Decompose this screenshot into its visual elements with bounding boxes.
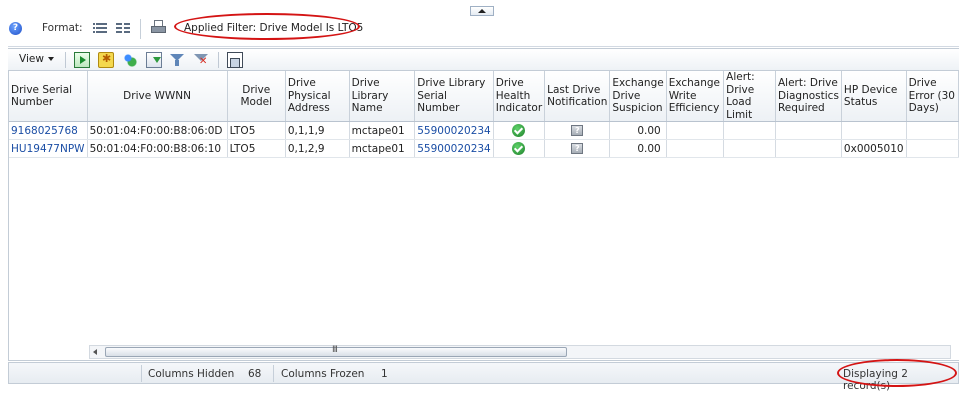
- cell-serial[interactable]: HU19477NPW: [9, 139, 88, 158]
- library-serial-link[interactable]: 55900020234: [417, 125, 491, 137]
- column-header[interactable]: HP Device Status: [841, 71, 907, 122]
- separator: [65, 52, 66, 68]
- ok-check-icon: [512, 142, 526, 155]
- chevron-down-icon: [47, 57, 54, 61]
- cell-model: LTO5: [227, 139, 286, 158]
- cell-library-serial[interactable]: 55900020234: [414, 121, 494, 140]
- format-label: Format:: [42, 22, 83, 34]
- column-header[interactable]: Drive Physical Address: [285, 71, 350, 122]
- manage-icon[interactable]: [122, 52, 138, 68]
- status-bar: Columns Hidden 68 Columns Frozen 1 Displ…: [8, 359, 959, 392]
- cell-wwnn: 50:01:04:F0:00:B8:06:10: [87, 139, 228, 158]
- cell-notification: ?: [544, 121, 611, 140]
- ok-check-icon: [512, 124, 526, 137]
- view-menu-label: View: [19, 53, 44, 65]
- unknown-status-icon: ?: [571, 125, 584, 136]
- columns-hidden-value: 68: [248, 368, 262, 380]
- cell-suspicion: 0.00: [609, 121, 667, 140]
- cell-error-30: [906, 121, 959, 140]
- column-header[interactable]: Drive Library Serial Number: [414, 71, 494, 122]
- scrollbar-thumb[interactable]: III: [105, 345, 567, 357]
- cell-serial[interactable]: 9168025768: [9, 121, 88, 140]
- column-header[interactable]: Exchange Write Efficiency: [666, 71, 725, 122]
- columns-frozen-value: 1: [381, 368, 388, 380]
- new-report-icon[interactable]: [98, 52, 114, 68]
- separator: [140, 19, 141, 39]
- cell-model: LTO5: [227, 121, 286, 140]
- annotation-circle: [837, 359, 957, 387]
- cell-write-efficiency: [666, 121, 725, 140]
- cell-write-efficiency: [666, 139, 725, 158]
- column-header[interactable]: Drive Health Indicator: [493, 71, 546, 122]
- divider: [8, 46, 959, 47]
- horizontal-scrollbar[interactable]: III: [89, 345, 951, 359]
- cell-suspicion: 0.00: [609, 139, 667, 158]
- column-header[interactable]: Drive Serial Number: [9, 71, 88, 122]
- list-view-icon[interactable]: [93, 21, 107, 34]
- detach-icon[interactable]: [227, 52, 243, 68]
- annotation-circle: [174, 13, 360, 40]
- column-header[interactable]: Drive Library Name: [349, 71, 416, 122]
- table-row[interactable]: 9168025768 50:01:04:F0:00:B8:06:0D LTO5 …: [9, 121, 959, 140]
- cell-wwnn: 50:01:04:F0:00:B8:06:0D: [87, 121, 228, 140]
- column-header[interactable]: Drive WWNN: [87, 71, 228, 122]
- column-header[interactable]: Exchange Drive Suspicion: [609, 71, 667, 122]
- separator: [141, 365, 142, 382]
- cell-library-serial[interactable]: 55900020234: [414, 139, 494, 158]
- view-menu-button[interactable]: View: [19, 53, 54, 65]
- table-row[interactable]: HU19477NPW 50:01:04:F0:00:B8:06:10 LTO5 …: [9, 139, 959, 158]
- cell-error-30: [906, 139, 959, 158]
- help-icon[interactable]: ?: [9, 22, 22, 35]
- cell-diagnostics: [775, 139, 842, 158]
- cell-notification: ?: [544, 139, 611, 158]
- table-toolbar: View: [8, 48, 959, 71]
- separator: [273, 365, 274, 382]
- export-icon[interactable]: [146, 52, 162, 68]
- serial-link[interactable]: 9168025768: [11, 125, 78, 137]
- run-report-icon[interactable]: [74, 52, 90, 68]
- separator: [218, 52, 219, 68]
- cell-health: [493, 139, 546, 158]
- scroll-left-icon[interactable]: [93, 349, 97, 355]
- cell-load-limit: [723, 121, 776, 140]
- cell-hp-status: 0x0005010: [841, 139, 907, 158]
- printer-icon[interactable]: [150, 19, 167, 36]
- table-header-row: Drive Serial Number Drive WWNN Drive Mod…: [9, 71, 959, 122]
- format-bar: ? Format: Applied Filter: Drive Model Is…: [0, 13, 959, 44]
- serial-link[interactable]: HU19477NPW: [11, 143, 85, 155]
- cell-hp-status: [841, 121, 907, 140]
- cell-load-limit: [723, 139, 776, 158]
- unknown-status-icon: ?: [571, 143, 584, 154]
- grip-icon: III: [332, 345, 338, 355]
- columns-hidden-label: Columns Hidden: [148, 368, 235, 380]
- drives-table: Drive Serial Number Drive WWNN Drive Mod…: [8, 71, 959, 361]
- column-header[interactable]: Drive Error (30 Days): [906, 71, 959, 122]
- cell-health: [493, 121, 546, 140]
- cell-diagnostics: [775, 121, 842, 140]
- column-header[interactable]: Drive Model: [227, 71, 286, 122]
- column-header[interactable]: Alert: Drive Diagnostics Required: [775, 71, 842, 122]
- cell-physical-address: 0,1,1,9: [285, 121, 350, 140]
- column-header[interactable]: Last Drive Notification: [544, 71, 611, 122]
- cell-library-name: mctape01: [349, 139, 416, 158]
- columns-frozen-label: Columns Frozen: [281, 368, 365, 380]
- column-header[interactable]: Alert: Drive Load Limit: [723, 71, 776, 122]
- cell-physical-address: 0,1,2,9: [285, 139, 350, 158]
- library-serial-link[interactable]: 55900020234: [417, 143, 491, 155]
- clear-filter-icon[interactable]: [193, 52, 209, 68]
- detail-view-icon[interactable]: [116, 21, 130, 34]
- cell-library-name: mctape01: [349, 121, 416, 140]
- filter-icon[interactable]: [169, 52, 185, 68]
